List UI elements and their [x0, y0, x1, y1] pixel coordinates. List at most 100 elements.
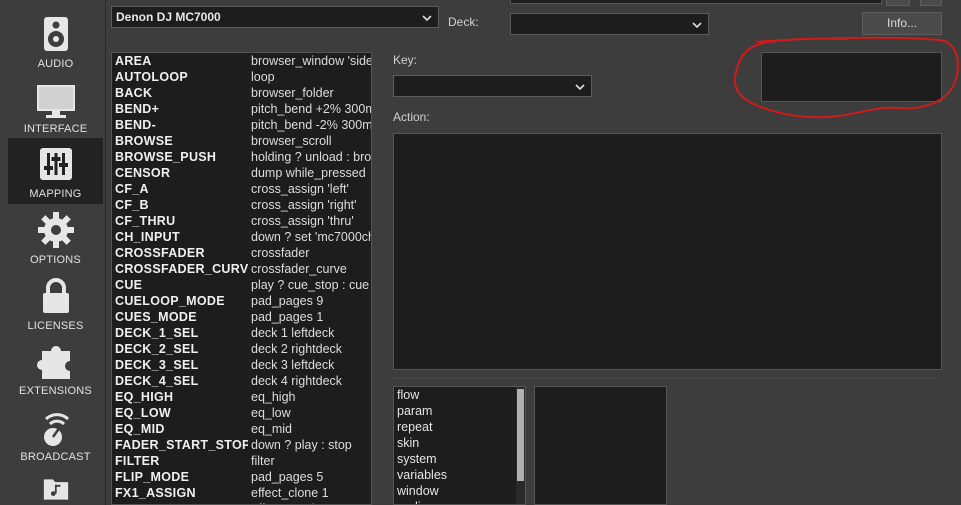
device-select[interactable]: Denon DJ MC7000	[111, 6, 439, 28]
music-folder-icon	[43, 479, 68, 500]
mapping-row[interactable]: BROWSE browser_scroll	[115, 134, 371, 150]
mapping-action: eq_low	[251, 406, 291, 420]
scrollbar-thumb[interactable]	[517, 389, 524, 481]
mapping-key-list[interactable]: AREA browser_window 'sideview' AUTOLOOP loo…	[111, 52, 372, 505]
mapping-row[interactable]: CH_INPUT down ? set 'mc7000ch'	[115, 230, 372, 246]
category-item[interactable]: skin	[397, 436, 419, 450]
category-scrollbar[interactable]	[516, 387, 525, 504]
nav-music[interactable]	[8, 466, 103, 505]
mapping-row[interactable]: FX1_ASSIGN effect_clone 1	[115, 486, 371, 502]
mapping-key: BEND+	[115, 102, 160, 116]
mapping-file-field[interactable]	[510, 0, 882, 4]
deck-select[interactable]	[510, 13, 709, 35]
mapping-row[interactable]: EQ_LOW eq_low	[115, 406, 371, 422]
mapping-key: CH_INPUT	[115, 230, 180, 244]
red-circle-annotation	[733, 36, 959, 119]
mapping-action: pitch_bend -2% 300ms	[251, 118, 372, 132]
category-item[interactable]: window	[397, 484, 439, 498]
nav-label: BROADCAST	[20, 451, 91, 463]
small-button-1[interactable]	[886, 0, 910, 6]
mapping-key: BACK	[115, 86, 153, 100]
lock-icon	[42, 278, 69, 313]
mapping-key: FX1_ASSIGN	[115, 486, 196, 500]
mapping-key: CF_A	[115, 182, 149, 196]
mapping-row[interactable]: CF_A cross_assign 'left'	[115, 182, 371, 198]
mapping-row[interactable]: FADER_START_STOP down ? play : stop	[115, 438, 371, 454]
mapping-action: dump while_pressed	[251, 166, 366, 180]
mapping-row[interactable]: DECK_1_SEL deck 1 leftdeck	[115, 326, 371, 342]
mapping-key: AUTOLOOP	[115, 70, 189, 84]
nav-label: MAPPING	[29, 188, 82, 200]
mapping-action: down ? play : stop	[251, 438, 352, 452]
category-item[interactable]: param	[397, 404, 432, 418]
key-select[interactable]	[393, 75, 592, 97]
mapping-row[interactable]: DECK_3_SEL deck 3 leftdeck	[115, 358, 371, 374]
mapping-row[interactable]: CROSSFADER_CURVE crossfader_curve	[115, 262, 371, 278]
mapping-key: EQ_HIGH	[115, 390, 174, 404]
mapping-row[interactable]: BEND-pitch_bend -2% 300ms	[115, 118, 372, 134]
verb-list[interactable]	[534, 386, 667, 505]
mapping-action: pad_pages 1	[251, 310, 324, 324]
mapping-action: down ? set 'mc7000ch'	[251, 230, 372, 244]
chevron-down-icon	[575, 84, 585, 91]
mapping-row[interactable]: CROSSFADER crossfader	[115, 246, 371, 262]
mapping-action: cross_assign 'thru'	[251, 214, 354, 228]
nav-options[interactable]: OPTIONS	[8, 204, 103, 270]
category-item[interactable]: variables	[397, 468, 447, 482]
mapping-action: loop	[251, 70, 275, 84]
mapping-row[interactable]: BACK browser_folder	[115, 86, 371, 102]
mapping-row[interactable]: BROWSE_PUSH holding ? unload : browser	[115, 150, 371, 166]
mapping-row[interactable]: CF_THRU cross_assign 'thru'	[115, 214, 371, 230]
mapping-key: FILTER	[115, 454, 160, 468]
nav-label: INTERFACE	[23, 123, 88, 135]
mapping-action: deck 1 leftdeck	[251, 326, 335, 340]
nav-interface[interactable]: INTERFACE	[8, 73, 103, 139]
category-item[interactable]: audio	[397, 500, 428, 504]
divider	[393, 378, 935, 379]
mapping-action: eq_mid	[251, 422, 292, 436]
mapping-action: pad_pages 5	[251, 470, 324, 484]
small-button-2[interactable]	[920, 0, 942, 6]
mapping-action: browser_scroll	[251, 134, 332, 148]
category-item[interactable]: flow	[397, 388, 419, 402]
verb-category-list[interactable]: flow param repeat skin system variables window…	[393, 386, 526, 505]
mapping-row[interactable]: CUELOOP_MODE pad_pages 9	[115, 294, 371, 310]
mapping-row[interactable]: BEND+ pitch_bend +2% 300ms	[115, 102, 371, 118]
mapping-key: BROWSE_PUSH	[115, 150, 217, 164]
mapping-action: effect_clone 1	[251, 486, 329, 500]
info-button[interactable]: Info...	[862, 12, 942, 35]
speaker-icon	[43, 17, 68, 51]
mapping-row[interactable]: CUE play ? cue_stop : cue	[115, 278, 371, 294]
mapping-row[interactable]: DECK_4_SEL deck 4 rightdeck	[115, 374, 371, 390]
nav-audio[interactable]: AUDIO	[8, 8, 103, 74]
action-editor[interactable]	[393, 133, 942, 370]
mapping-action: browser_window 'sideview'	[251, 54, 372, 68]
puzzle-icon	[36, 346, 70, 379]
mapping-key: DECK_1_SEL	[115, 326, 199, 340]
mapping-key: CROSSFADER_CURVE	[115, 262, 248, 276]
mapping-row[interactable]: EQ_HIGH eq_high	[115, 390, 371, 406]
mapping-row[interactable]: FILTER filter	[115, 454, 371, 470]
mapping-row[interactable]: AUTOLOOP loop	[115, 70, 371, 86]
nav-licenses[interactable]: LICENSES	[8, 270, 103, 336]
mapping-row[interactable]: EQ_MID eq_mid	[115, 422, 371, 438]
mapping-action: pad_pages 9	[251, 294, 324, 308]
chevron-down-icon	[692, 22, 702, 29]
mapping-action: cross_assign 'left'	[251, 182, 349, 196]
mapping-key: FLIP_MODE	[115, 470, 190, 484]
nav-broadcast[interactable]: BROADCAST	[8, 401, 103, 467]
mapping-row[interactable]: DECK_2_SEL deck 2 rightdeck	[115, 342, 371, 358]
nav-mapping[interactable]: MAPPING	[8, 138, 103, 204]
category-item[interactable]: system	[397, 452, 437, 466]
mapping-row[interactable]: CF_B cross_assign 'right'	[115, 198, 371, 214]
mapping-row[interactable]: CUES_MODE pad_pages 1	[115, 310, 371, 326]
category-item[interactable]: repeat	[397, 420, 432, 434]
nav-label: EXTENSIONS	[19, 385, 92, 397]
mapping-key: BEND-	[115, 118, 157, 132]
nav-extensions[interactable]: EXTENSIONS	[8, 335, 103, 401]
mapping-row[interactable]: CENSOR dump while_pressed	[115, 166, 371, 182]
mapping-key: EQ_LOW	[115, 406, 171, 420]
mapping-row[interactable]: FLIP_MODE pad_pages 5	[115, 470, 371, 486]
mapping-row[interactable]: AREA browser_window 'sideview'	[115, 54, 372, 70]
mapping-key: CF_THRU	[115, 214, 176, 228]
